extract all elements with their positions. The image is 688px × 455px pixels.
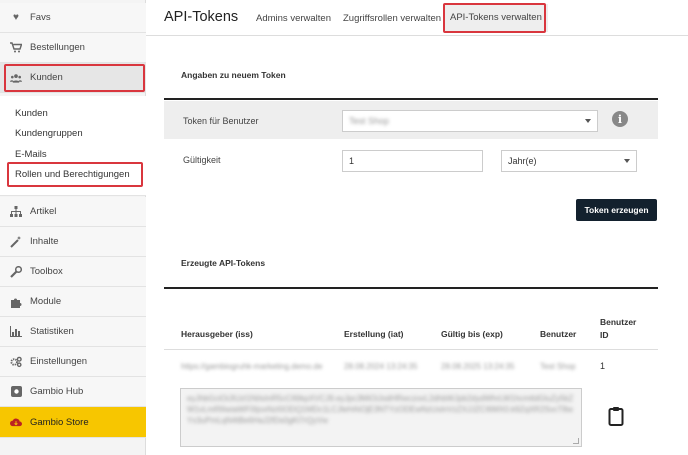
- section-divider: [164, 98, 658, 100]
- magic-icon: [10, 235, 22, 248]
- sidebar-item-inhalte[interactable]: Inhalte: [0, 227, 146, 257]
- heart-icon: ♥: [13, 12, 19, 23]
- sidebar-item-gambio-hub[interactable]: Gambio Hub: [0, 377, 146, 407]
- sidebar-item-gambio-store[interactable]: Gambio Store: [0, 407, 146, 438]
- sidebar-item-toolbox[interactable]: Toolbox: [0, 257, 146, 287]
- new-token-section-title: Angaben zu neuem Token: [181, 70, 286, 80]
- tokens-divider: [164, 287, 658, 289]
- col-issuer: Herausgeber (iss): [181, 329, 253, 339]
- chart-icon: [10, 326, 22, 338]
- validity-label: Gültigkeit: [183, 155, 221, 165]
- cell-user: Test Shop: [540, 362, 576, 371]
- sidebar: ♥ Favs Bestellungen Kunden Kunden Kunden…: [0, 0, 146, 455]
- sidebar-item-statistiken[interactable]: Statistiken: [0, 317, 146, 347]
- clipboard-icon[interactable]: [608, 406, 624, 426]
- col-user-id: Benutzer ID: [600, 317, 637, 340]
- cell-user-id: 1: [600, 361, 606, 371]
- sidebar-item-bestellungen[interactable]: Bestellungen: [0, 33, 146, 63]
- tab-admins[interactable]: Admins verwalten: [256, 13, 331, 24]
- highlight-rollen: [7, 162, 143, 187]
- validity-input[interactable]: 1: [342, 150, 483, 172]
- cloud-download-icon: [10, 416, 22, 428]
- sidebar-item-label: Inhalte: [30, 236, 59, 247]
- cell-created: 28.08.2024 13:24:35: [344, 362, 418, 371]
- gears-icon: [10, 356, 22, 368]
- sidebar-item-label: Gambio Store: [30, 416, 89, 428]
- sidebar-item-label: Gambio Hub: [30, 386, 84, 397]
- user-select[interactable]: Test Shop: [342, 110, 598, 132]
- subnav-item-kunden[interactable]: Kunden: [15, 108, 48, 119]
- sitemap-icon: [10, 206, 22, 218]
- highlight-api-tokens-tab: [443, 3, 546, 33]
- sidebar-item-label: Module: [30, 296, 62, 307]
- hub-icon: [10, 386, 22, 398]
- create-token-button[interactable]: Token erzeugen: [576, 199, 657, 221]
- user-select-value: Test Shop: [349, 116, 390, 126]
- sidebar-item-favs[interactable]: ♥ Favs: [0, 3, 146, 33]
- sidebar-item-label: Einstellungen: [30, 356, 88, 367]
- validity-unit-select[interactable]: Jahr(e): [501, 150, 637, 172]
- token-value: eyJhbGciOiJIUzI1NiIsInR5cCI6IkpXVCJ9.eyJ…: [187, 394, 574, 425]
- resize-handle[interactable]: [573, 438, 579, 444]
- sidebar-item-label: Favs: [30, 12, 51, 23]
- sidebar-item-label: Artikel: [30, 206, 57, 217]
- cell-issuer: https://gambiogruhk-marketing.demo.de: [181, 362, 323, 371]
- cell-valid-until: 28.08.2025 13:24:35: [441, 362, 515, 371]
- sidebar-item-artikel[interactable]: Artikel: [0, 197, 146, 227]
- sidebar-item-label: Statistiken: [30, 326, 74, 337]
- col-valid-until: Gültig bis (exp): [441, 329, 503, 339]
- info-icon[interactable]: i: [612, 111, 628, 127]
- chevron-down-icon: [585, 119, 591, 123]
- table-header-divider: [164, 349, 658, 350]
- tab-zugriffsrollen[interactable]: Zugriffsrollen verwalten: [343, 13, 441, 24]
- cart-icon: [10, 42, 22, 54]
- chevron-down-icon: [624, 159, 630, 163]
- tokens-section-title: Erzeugte API-Tokens: [181, 258, 266, 268]
- col-created: Erstellung (iat): [344, 329, 404, 339]
- user-label: Token für Benutzer: [183, 116, 259, 126]
- validity-input-value: 1: [349, 156, 355, 166]
- sidebar-item-label: Toolbox: [30, 266, 63, 277]
- col-user: Benutzer: [540, 329, 577, 339]
- token-textarea[interactable]: eyJhbGciOiJIUzI1NiIsInR5cCI6IkpXVCJ9.eyJ…: [180, 388, 582, 447]
- header: API-Tokens Admins verwalten Zugriffsroll…: [146, 0, 688, 36]
- subnav-item-emails[interactable]: E-Mails: [15, 149, 47, 160]
- highlight-kunden: [4, 64, 145, 92]
- puzzle-icon: [10, 296, 22, 308]
- page-title: API-Tokens: [164, 9, 239, 25]
- subnav-item-kundengruppen[interactable]: Kundengruppen: [15, 128, 83, 139]
- wrench-icon: [10, 265, 22, 278]
- validity-unit-value: Jahr(e): [508, 156, 537, 166]
- sidebar-item-label: Bestellungen: [30, 42, 85, 53]
- sidebar-item-einstellungen[interactable]: Einstellungen: [0, 347, 146, 377]
- sidebar-item-module[interactable]: Module: [0, 287, 146, 317]
